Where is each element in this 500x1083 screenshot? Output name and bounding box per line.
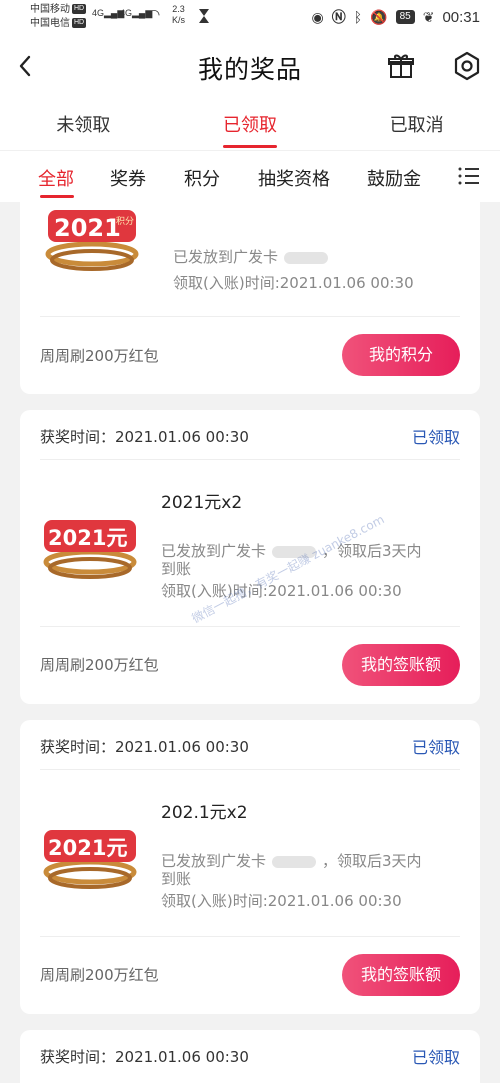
category-coupons[interactable]: 奖券 xyxy=(110,165,146,191)
card-header: 获奖时间：2021.01.06 00:30 已领取 xyxy=(40,410,460,460)
card-header: 获奖时间：2021.01.06 00:30 已领取 xyxy=(40,1030,460,1080)
tab-cancelled[interactable]: 已取消 xyxy=(333,98,500,150)
network-speed: 2.3 K/s xyxy=(172,4,186,25)
wifi-icon: ◠ xyxy=(148,6,161,22)
status-tabs: 未领取 已领取 已取消 xyxy=(0,98,500,150)
campaign-label: 周周刷200万红包 xyxy=(40,966,159,984)
svg-text:积分: 积分 xyxy=(116,215,134,227)
carrier-2: 中国电信 HD xyxy=(30,18,87,29)
prize-issued-line: 已发放到广发卡 xyxy=(173,248,334,266)
leaf-icon: ❦ xyxy=(422,8,435,25)
prize-card: 2021 积分 已发放到广发卡 领取(入账)时间:2021.01.06 00:3… xyxy=(20,202,480,394)
battery-icon: 85 xyxy=(395,10,415,24)
prize-claim-time: 领取(入账)时间:2021.01.06 00:30 xyxy=(173,274,414,292)
my-credit-button[interactable]: 我的签账额 xyxy=(342,644,460,686)
prize-claim-time: 领取(入账)时间:2021.01.06 00:30 xyxy=(161,582,402,600)
mute-icon: 🔕 xyxy=(370,8,388,25)
prize-name: 202.1元x2 xyxy=(161,803,248,823)
svg-text:2021: 2021 xyxy=(54,214,121,242)
cash-badge-icon: 2021元 xyxy=(43,520,137,579)
card-divider xyxy=(40,936,460,937)
bluetooth-icon: ᛒ xyxy=(353,9,363,25)
masked-card-number xyxy=(272,855,317,868)
carrier-1: 中国移动 HD xyxy=(30,4,87,15)
gift-icon[interactable] xyxy=(387,52,415,80)
category-active-underline xyxy=(40,195,74,198)
prize-award-time: 获奖时间：2021.01.06 00:30 xyxy=(40,738,249,756)
tab-claimed[interactable]: 已领取 xyxy=(167,98,334,150)
prize-award-time: 获奖时间：2021.01.06 00:30 xyxy=(40,1048,249,1066)
status-right: ◉ Ⓝ ᛒ 🔕 85 ❦ 00:31 xyxy=(312,7,480,27)
prize-card: 获奖时间：2021.01.06 00:30 已领取 2021元 2021元x2 … xyxy=(20,410,480,704)
card-divider xyxy=(40,316,460,317)
svg-text:2021元: 2021元 xyxy=(48,836,127,860)
status-bar: 中国移动 HD 中国电信 HD 4G▂▄▆ 4G▂▄▆ ◠ 2.3 K/s ◉ Ⓝ ᛒ… xyxy=(0,0,500,34)
settings-hexagon-icon[interactable] xyxy=(452,51,482,81)
prize-claim-time: 领取(入账)时间:2021.01.06 00:30 xyxy=(161,892,402,910)
category-bonus[interactable]: 鼓励金 xyxy=(367,165,421,191)
hourglass-icon xyxy=(199,9,209,23)
prize-status: 已领取 xyxy=(411,428,460,447)
prize-award-time: 获奖时间：2021.01.06 00:30 xyxy=(40,428,249,446)
header: 我的奖品 xyxy=(0,34,500,98)
category-all[interactable]: 全部 xyxy=(38,165,74,191)
prize-card: 获奖时间：2021.01.06 00:30 已领取 xyxy=(20,1030,480,1083)
eye-icon: ◉ xyxy=(311,8,324,25)
svg-text:2021元: 2021元 xyxy=(48,526,127,550)
prize-name: 2021元x2 xyxy=(161,493,243,513)
campaign-label: 周周刷200万红包 xyxy=(40,656,159,674)
points-badge-icon: 2021 积分 xyxy=(45,210,139,271)
card-header: 获奖时间：2021.01.06 00:30 已领取 xyxy=(40,720,460,770)
status-time: 00:31 xyxy=(442,8,480,26)
menu-list-icon[interactable] xyxy=(458,166,480,186)
card-divider xyxy=(40,626,460,627)
cash-badge-icon: 2021元 xyxy=(43,830,137,889)
prize-issued-line: 已发放到广发卡 ，领取后3天内 xyxy=(161,852,422,870)
my-credit-button[interactable]: 我的签账额 xyxy=(342,954,460,996)
prize-status: 已领取 xyxy=(411,1048,460,1067)
prize-issued-line-2: 到账 xyxy=(161,560,192,578)
nfc-icon: Ⓝ xyxy=(331,9,346,25)
prize-status: 已领取 xyxy=(411,738,460,757)
category-tabs: 全部 奖券 积分 抽奖资格 鼓励金 xyxy=(0,150,500,202)
tab-unclaimed[interactable]: 未领取 xyxy=(0,98,167,150)
my-points-button[interactable]: 我的积分 xyxy=(342,334,460,376)
prize-issued-line-2: 到账 xyxy=(161,870,192,888)
campaign-label: 周周刷200万红包 xyxy=(40,347,159,365)
prize-card: 获奖时间：2021.01.06 00:30 已领取 2021元 202.1元x2… xyxy=(20,720,480,1014)
page-title: 我的奖品 xyxy=(197,55,302,84)
category-lottery[interactable]: 抽奖资格 xyxy=(258,165,330,191)
masked-card-number xyxy=(284,251,329,264)
category-points[interactable]: 积分 xyxy=(184,165,220,191)
